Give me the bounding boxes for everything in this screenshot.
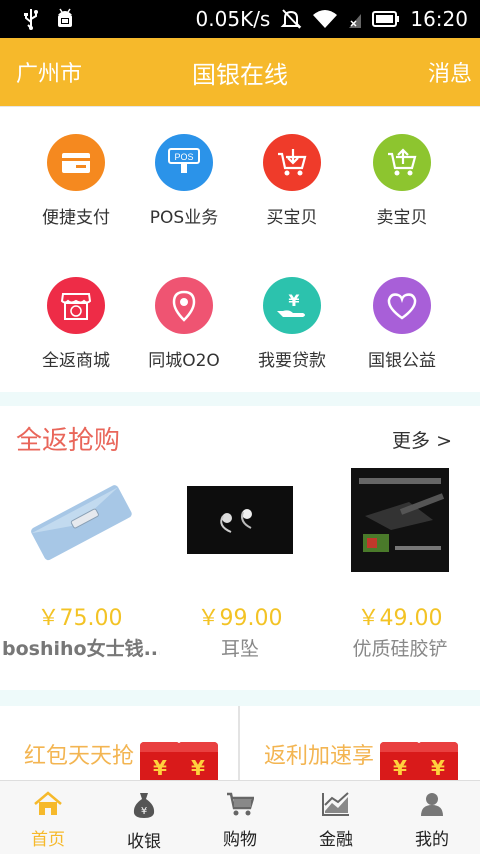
- clock: 16:20: [410, 7, 468, 31]
- loan-hand-icon: ¥: [263, 277, 321, 334]
- location-pin-icon: [155, 277, 213, 334]
- shopping-cart-icon: [226, 791, 255, 821]
- product-card[interactable]: ￥99.00 耳坠: [160, 462, 320, 672]
- more-link[interactable]: 更多 >: [392, 426, 452, 453]
- product-price: ￥75.00: [37, 606, 123, 631]
- signal-icon: [348, 9, 362, 29]
- wifi-icon: [312, 9, 338, 29]
- product-name: boshiho女士钱...: [2, 638, 160, 660]
- grid-item-label: 便捷支付: [42, 208, 110, 228]
- usb-icon: [22, 8, 40, 30]
- app-header: 广州市 国银在线 消息: [0, 38, 480, 106]
- grid-item-sell[interactable]: 卖宝贝: [342, 108, 462, 228]
- heart-icon: [373, 277, 431, 334]
- grid-item-label: 全返商城: [42, 351, 110, 371]
- messages-button[interactable]: 消息: [428, 56, 472, 88]
- bottom-tab-bar: 首页 ¥ 收银 购物 金融 我的: [0, 780, 480, 854]
- product-card[interactable]: ￥49.00 优质硅胶铲: [320, 462, 480, 672]
- grid-item-label: 买宝贝: [266, 208, 318, 228]
- red-envelope-icon: ¥: [140, 742, 180, 780]
- card-icon: [47, 134, 105, 191]
- rebate-banner[interactable]: 返利加速享 ¥ ¥: [240, 706, 478, 780]
- red-envelope-icon: ¥: [178, 742, 218, 780]
- wallet-image: [0, 466, 160, 574]
- grid-item-loan[interactable]: ¥ 我要贷款: [232, 251, 352, 371]
- tab-label: 我的: [415, 830, 449, 850]
- section-divider: [0, 690, 480, 706]
- quick-buy-section: 全返抢购 更多 > ￥75.00 boshiho女士钱... ￥99.00 耳坠…: [0, 406, 480, 690]
- red-packet-banner[interactable]: 红包天天抢 ¥ ¥: [0, 706, 238, 780]
- city-selector[interactable]: 广州市: [16, 56, 82, 88]
- grid-item-pos[interactable]: POS POS业务: [124, 108, 244, 228]
- home-icon: [33, 791, 63, 821]
- grid-item-label: 我要贷款: [258, 351, 326, 371]
- product-card[interactable]: ￥75.00 boshiho女士钱...: [0, 462, 160, 672]
- tab-label: 收银: [127, 832, 161, 852]
- battery-icon: [372, 11, 400, 27]
- product-name: 优质硅胶铲: [352, 638, 448, 660]
- svg-text:¥: ¥: [141, 806, 147, 817]
- grid-item-label: 同城O2O: [148, 351, 220, 371]
- red-envelope-icon: ¥: [418, 742, 458, 780]
- android-debug-icon: [54, 7, 76, 31]
- pos-terminal-icon: POS: [155, 134, 213, 191]
- product-name: 耳坠: [220, 638, 259, 660]
- tab-home[interactable]: 首页: [0, 781, 96, 854]
- section-divider: [0, 392, 480, 406]
- grid-item-mall[interactable]: 全返商城: [16, 251, 136, 371]
- tab-shopping[interactable]: 购物: [192, 781, 288, 854]
- banner-text: 红包天天抢: [24, 744, 135, 769]
- tab-label: 购物: [223, 830, 257, 850]
- tab-label: 首页: [31, 830, 65, 850]
- tab-finance[interactable]: 金融: [288, 781, 384, 854]
- grid-item-o2o[interactable]: 同城O2O: [124, 251, 244, 371]
- grid-item-label: POS业务: [149, 208, 219, 228]
- feature-grid: 便捷支付 POS POS业务 买宝贝 卖宝贝 全返商城 同城O2O ¥ 我要贷款…: [0, 106, 480, 392]
- grid-item-label: 国银公益: [368, 351, 436, 371]
- spatula-image: [320, 466, 480, 574]
- money-bag-icon: ¥: [131, 791, 157, 823]
- grid-item-buy[interactable]: 买宝贝: [232, 108, 352, 228]
- tab-cashier[interactable]: ¥ 收银: [96, 781, 192, 854]
- status-bar: 0.05K/s 16:20: [0, 0, 480, 38]
- grid-item-charity[interactable]: 国银公益: [342, 251, 462, 371]
- red-envelope-icon: ¥: [380, 742, 420, 780]
- product-price: ￥49.00: [357, 606, 443, 631]
- network-speed: 0.05K/s: [195, 7, 271, 31]
- tab-label: 金融: [319, 830, 353, 850]
- grid-item-label: 卖宝贝: [376, 208, 428, 228]
- chart-icon: [321, 791, 351, 821]
- cart-upload-icon: [373, 134, 431, 191]
- product-price: ￥99.00: [197, 606, 283, 631]
- svg-text:POS: POS: [174, 152, 193, 162]
- cart-download-icon: [263, 134, 321, 191]
- mute-icon: [280, 8, 302, 30]
- user-icon: [419, 791, 445, 821]
- earrings-image: [160, 466, 320, 574]
- svg-text:¥: ¥: [288, 291, 299, 310]
- banner-text: 返利加速享: [264, 744, 375, 769]
- section-title: 全返抢购: [16, 426, 121, 456]
- store-icon: [47, 277, 105, 334]
- promo-banners: 红包天天抢 ¥ ¥ 返利加速享 ¥ ¥: [0, 706, 480, 780]
- grid-item-quick-pay[interactable]: 便捷支付: [16, 108, 136, 228]
- tab-mine[interactable]: 我的: [384, 781, 480, 854]
